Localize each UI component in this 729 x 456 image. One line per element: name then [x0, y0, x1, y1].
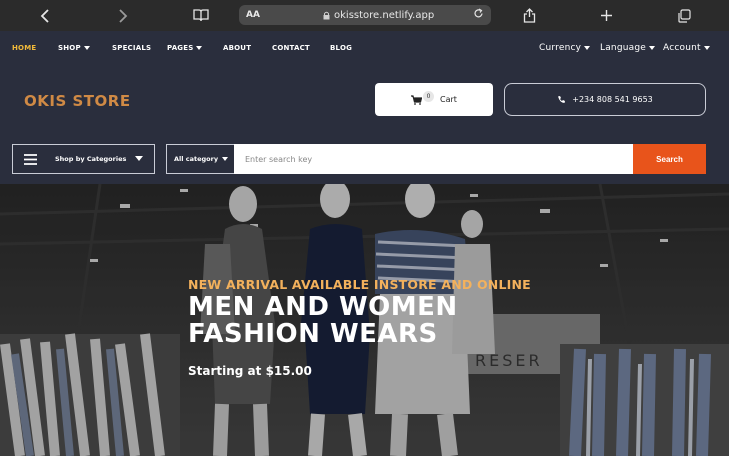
search-button[interactable]: Search: [633, 144, 706, 174]
search-bar: All category Search: [166, 144, 706, 174]
lock-icon: [323, 11, 330, 19]
chevron-down-icon: [83, 46, 90, 50]
text-size-button[interactable]: AA: [246, 10, 260, 20]
back-icon[interactable]: [36, 0, 54, 31]
store-page: HOME SHOP SPECIALS PAGES ABOUT CONTACT B…: [0, 31, 729, 456]
nav-blog[interactable]: BLOG: [330, 44, 352, 52]
phone-icon: [558, 96, 566, 103]
hero-banner: RESER NEW ARRIVAL AVAILABLE INSTORE AND …: [0, 184, 729, 456]
language-menu[interactable]: Language: [600, 43, 656, 53]
phone-number: +234 808 541 9653: [572, 95, 653, 104]
cart-label: Cart: [440, 95, 457, 104]
nav-home[interactable]: HOME: [12, 44, 36, 52]
menu-icon: [24, 154, 37, 165]
category-select[interactable]: All category: [166, 144, 234, 174]
hero-title: MEN AND WOMEN FASHION WEARS: [188, 294, 458, 348]
address-bar[interactable]: AA okisstore.netlify.app: [239, 5, 491, 25]
nav-contact[interactable]: CONTACT: [272, 44, 310, 52]
phone-button[interactable]: +234 808 541 9653: [504, 83, 706, 116]
chevron-down-icon: [135, 156, 143, 161]
nav-shop[interactable]: SHOP: [58, 44, 90, 52]
bookmarks-icon[interactable]: [190, 0, 212, 31]
forward-icon[interactable]: [114, 0, 132, 31]
account-menu[interactable]: Account: [663, 43, 710, 53]
chevron-down-icon: [222, 157, 229, 161]
browser-toolbar: AA okisstore.netlify.app: [0, 0, 729, 31]
nav-specials[interactable]: SPECIALS: [112, 44, 151, 52]
cart-button[interactable]: Cart 0: [375, 83, 493, 116]
currency-menu[interactable]: Currency: [539, 43, 591, 53]
cart-count-badge: 0: [423, 91, 434, 102]
store-logo[interactable]: OKIS STORE: [24, 92, 131, 110]
chevron-down-icon: [196, 46, 203, 50]
main-nav: HOME SHOP SPECIALS PAGES ABOUT CONTACT B…: [0, 31, 729, 67]
chevron-down-icon: [703, 45, 710, 50]
new-tab-icon[interactable]: [597, 0, 615, 31]
share-icon[interactable]: [520, 0, 538, 31]
hero-title-line-2: FASHION WEARS: [188, 319, 438, 349]
hero-title-line-1: MEN AND WOMEN: [188, 292, 458, 322]
tabs-icon[interactable]: [675, 0, 693, 31]
chevron-down-icon: [584, 45, 591, 50]
hero-price: Starting at $15.00: [188, 364, 312, 378]
url-text: okisstore.netlify.app: [334, 9, 435, 21]
chevron-down-icon: [649, 45, 656, 50]
nav-pages[interactable]: PAGES: [167, 44, 203, 52]
search-input[interactable]: [234, 144, 633, 174]
categories-label: Shop by Categories: [55, 155, 127, 163]
nav-about[interactable]: ABOUT: [223, 44, 251, 52]
cart-icon: [411, 94, 423, 105]
reload-icon[interactable]: [473, 8, 484, 22]
shop-by-categories-button[interactable]: Shop by Categories: [12, 144, 155, 174]
hero-subtitle: NEW ARRIVAL AVAILABLE INSTORE AND ONLINE: [188, 277, 531, 292]
